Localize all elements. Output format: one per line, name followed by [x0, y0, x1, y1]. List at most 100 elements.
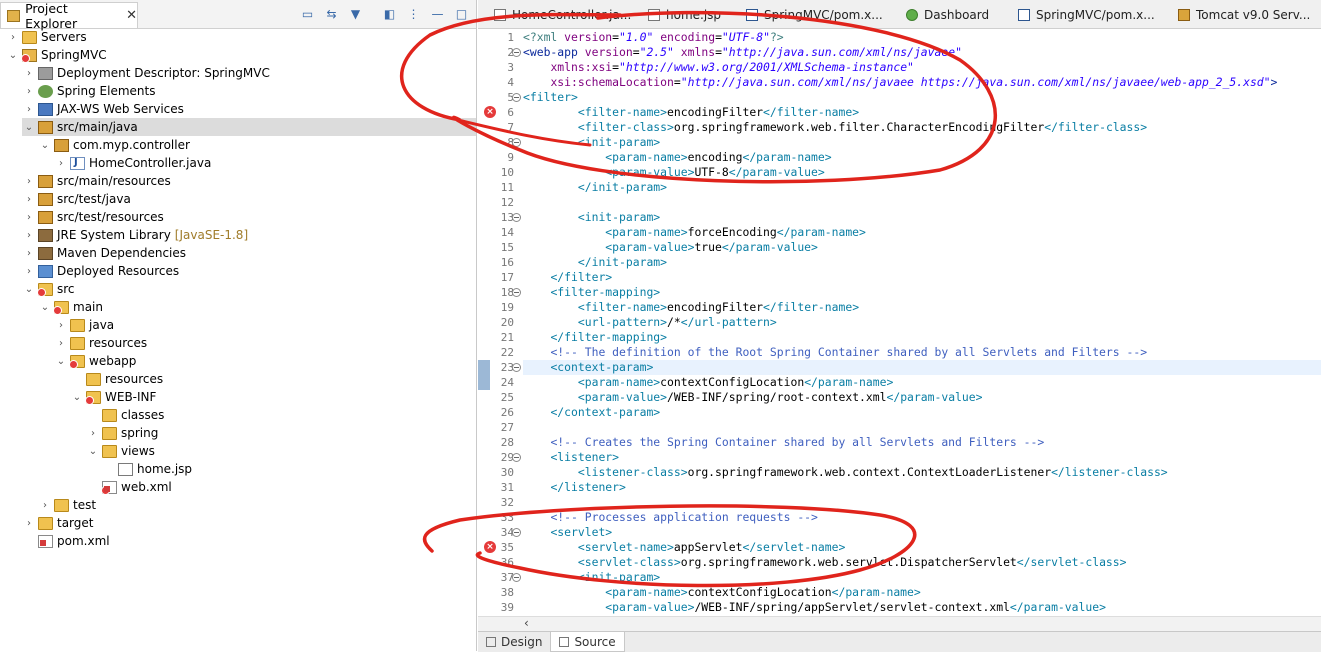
close-icon[interactable]: ✕ [126, 8, 137, 23]
tree-item[interactable]: web.xml [86, 478, 172, 496]
tree-item[interactable]: › spring [86, 424, 158, 442]
collapsed-chevron-icon[interactable]: › [22, 104, 36, 115]
tree-item[interactable]: › Maven Dependencies [22, 244, 186, 262]
code-line[interactable]: <url-pattern>/*</url-pattern> [523, 315, 777, 330]
minimize-icon[interactable]: — [429, 5, 446, 22]
code-line[interactable]: <?xml version="1.0" encoding="UTF-8"?> [523, 30, 784, 45]
code-line[interactable]: <filter-class>org.springframework.web.fi… [523, 120, 1147, 135]
code-line[interactable]: <filter-mapping> [523, 285, 660, 300]
collapsed-chevron-icon[interactable]: › [22, 266, 36, 277]
code-line[interactable]: <init-param> [523, 210, 660, 225]
expanded-chevron-icon[interactable]: ⌄ [22, 122, 36, 133]
tree-item[interactable]: › src/test/java [22, 190, 131, 208]
maximize-icon[interactable]: □ [453, 5, 470, 22]
tree-item[interactable]: › test [38, 496, 96, 514]
tree-item[interactable]: › HomeController.java [54, 154, 211, 172]
tree-item[interactable]: › src/main/resources [22, 172, 171, 190]
code-line[interactable]: <context-param> [523, 360, 653, 375]
code-line[interactable]: </listener> [523, 480, 625, 495]
editor-tab[interactable]: home.jsp [648, 4, 721, 26]
collapsed-chevron-icon[interactable]: › [22, 212, 36, 223]
tree-item[interactable]: › Deployed Resources [22, 262, 179, 280]
tree-item[interactable]: ⌄ SpringMVC [6, 46, 107, 64]
code-line[interactable]: xmlns:xsi="http://www.w3.org/2001/XMLSch… [523, 60, 913, 75]
tree-item[interactable]: resources [70, 370, 163, 388]
code-line[interactable]: <init-param> [523, 135, 660, 150]
expanded-chevron-icon[interactable]: ⌄ [54, 356, 68, 367]
collapsed-chevron-icon[interactable]: › [54, 158, 68, 169]
code-line[interactable]: <param-value>/WEB-INF/spring/appServlet/… [523, 600, 1106, 615]
collapsed-chevron-icon[interactable]: › [22, 194, 36, 205]
tree-item[interactable]: classes [86, 406, 164, 424]
expanded-chevron-icon[interactable]: ⌄ [38, 302, 52, 313]
tree-item[interactable]: ⌄ WEB-INF [70, 388, 156, 406]
xml-source-editor[interactable]: 1 <?xml version="1.0" encoding="UTF-8"?> 2… [478, 28, 1321, 616]
fold-toggle-icon[interactable] [512, 93, 521, 102]
tree-item[interactable]: home.jsp [102, 460, 192, 478]
code-line[interactable]: <param-name>contextConfigLocation</param… [523, 585, 920, 600]
editor-tab[interactable]: HomeController.ja... [494, 4, 631, 26]
fold-toggle-icon[interactable] [512, 138, 521, 147]
tree-item[interactable]: ⌄ src/main/java [22, 118, 476, 136]
collapsed-chevron-icon[interactable]: › [54, 320, 68, 331]
focus-icon[interactable]: ◧ [381, 5, 398, 22]
fold-toggle-icon[interactable] [512, 213, 521, 222]
code-line[interactable]: <servlet-name>appServlet</servlet-name> [523, 540, 845, 555]
collapse-all-icon[interactable]: ▭ [299, 5, 316, 22]
code-line[interactable]: <filter> [523, 90, 578, 105]
tree-item[interactable]: ⌄ com.myp.controller [38, 136, 190, 154]
tree-item[interactable]: › resources [54, 334, 147, 352]
horizontal-scrollbar[interactable]: ‹ [478, 616, 1321, 631]
tree-item[interactable]: › Servers [6, 28, 87, 46]
expanded-chevron-icon[interactable]: ⌄ [6, 50, 20, 61]
error-marker-icon[interactable]: × [484, 541, 496, 553]
expanded-chevron-icon[interactable]: ⌄ [38, 140, 52, 151]
collapsed-chevron-icon[interactable]: › [22, 248, 36, 259]
code-line[interactable]: <param-name>forceEncoding</param-name> [523, 225, 866, 240]
collapsed-chevron-icon[interactable]: › [38, 500, 52, 511]
expanded-chevron-icon[interactable]: ⌄ [70, 392, 84, 403]
editor-tab[interactable]: SpringMVC/pom.x... [746, 4, 883, 26]
project-explorer-tab[interactable]: Project Explorer ✕ [0, 1, 138, 31]
error-marker-icon[interactable]: × [484, 106, 496, 118]
tree-item[interactable]: ⌄ src [22, 280, 75, 298]
collapsed-chevron-icon[interactable]: › [22, 68, 36, 79]
code-line[interactable]: </init-param> [523, 255, 667, 270]
scroll-left-icon[interactable]: ‹ [524, 616, 529, 630]
tree-item[interactable]: › Deployment Descriptor: SpringMVC [22, 64, 270, 82]
code-line[interactable]: </filter-mapping> [523, 330, 667, 345]
code-line[interactable]: <param-name>contextConfigLocation</param… [523, 375, 893, 390]
fold-toggle-icon[interactable] [512, 48, 521, 57]
fold-toggle-icon[interactable] [512, 453, 521, 462]
expanded-chevron-icon[interactable]: ⌄ [86, 446, 100, 457]
tab-source[interactable]: Source [550, 632, 625, 652]
tree-item[interactable]: › target [22, 514, 94, 532]
filter-icon[interactable]: ▼ [347, 5, 364, 22]
collapsed-chevron-icon[interactable]: › [22, 230, 36, 241]
tree-item[interactable]: ⌄ main [38, 298, 103, 316]
editor-tab[interactable]: Dashboard [906, 4, 989, 26]
collapsed-chevron-icon[interactable]: › [6, 32, 20, 43]
code-line[interactable]: <filter-name>encodingFilter</filter-name… [523, 105, 859, 120]
collapsed-chevron-icon[interactable]: › [22, 86, 36, 97]
tree-item[interactable]: ⌄ webapp [54, 352, 136, 370]
link-editor-icon[interactable]: ⇆ [323, 5, 340, 22]
code-line[interactable]: </context-param> [523, 405, 660, 420]
editor-tab[interactable]: Tomcat v9.0 Serv... [1178, 4, 1310, 26]
code-line[interactable]: <!-- The definition of the Root Spring C… [523, 345, 1147, 360]
collapsed-chevron-icon[interactable]: › [22, 518, 36, 529]
fold-toggle-icon[interactable] [512, 288, 521, 297]
tab-design[interactable]: Design [478, 633, 550, 652]
code-line[interactable]: </filter> [523, 270, 612, 285]
code-line[interactable]: <param-value>/WEB-INF/spring/root-contex… [523, 390, 983, 405]
editor-tab[interactable]: SpringMVC/pom.x... [1018, 4, 1155, 26]
code-line[interactable]: <param-value>true</param-value> [523, 240, 818, 255]
tree-item[interactable]: › JRE System Library [JavaSE-1.8] [22, 226, 248, 244]
code-line[interactable]: <servlet> [523, 525, 612, 540]
expanded-chevron-icon[interactable]: ⌄ [22, 284, 36, 295]
code-line[interactable]: <init-param> [523, 570, 660, 585]
fold-toggle-icon[interactable] [512, 363, 521, 372]
tree-item[interactable]: › src/test/resources [22, 208, 164, 226]
collapsed-chevron-icon[interactable]: › [86, 428, 100, 439]
tree-item[interactable]: › java [54, 316, 114, 334]
